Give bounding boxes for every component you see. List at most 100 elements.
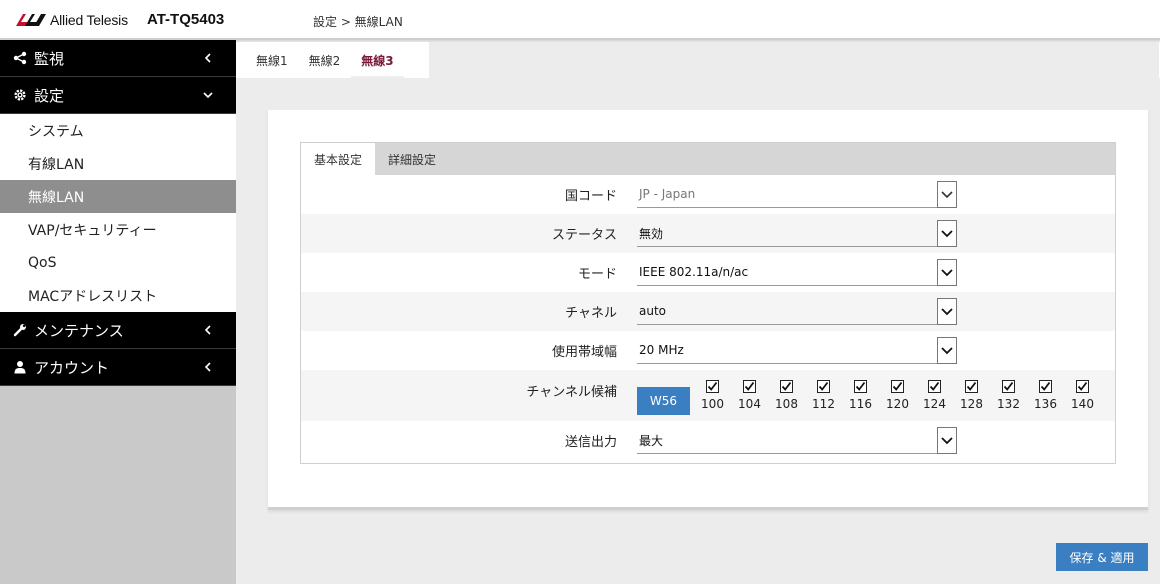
save-apply-button[interactable]: 保存 & 適用: [1056, 543, 1148, 571]
chevron-down-icon: [937, 220, 957, 247]
channel-checkbox[interactable]: [1076, 380, 1089, 393]
tab-bar-fill: [429, 42, 1159, 78]
header: Allied Telesis AT-TQ5403 設定 > 無線LAN: [0, 0, 1160, 40]
channel-checkbox[interactable]: [706, 380, 719, 393]
checkmark-icon: [855, 381, 866, 391]
channel-number: 100: [701, 397, 724, 411]
channel-option: 124: [916, 380, 953, 411]
channel-checkbox[interactable]: [780, 380, 793, 393]
chevron-down-icon: [937, 181, 957, 208]
channel-number: 132: [997, 397, 1020, 411]
chevron-down-icon: [937, 298, 957, 325]
status-value: 無効: [639, 226, 664, 241]
channel-value: auto: [639, 304, 667, 318]
allied-telesis-logo-icon: [16, 14, 46, 26]
channel-number: 108: [775, 397, 798, 411]
sidebar-group-maintenance[interactable]: メンテナンス: [0, 312, 236, 349]
country-code-label: 国コード: [564, 189, 617, 204]
sidebar-item-wired-lan[interactable]: 有線LAN: [0, 147, 236, 180]
sidebar-group-settings[interactable]: 設定: [0, 77, 236, 114]
channel-number: 112: [812, 397, 835, 411]
channel-option: 104: [731, 380, 768, 411]
checkmark-icon: [1003, 381, 1014, 391]
channel-option: 120: [879, 380, 916, 411]
sidebar-item-system[interactable]: システム: [0, 114, 236, 147]
sidebar-group-label: 監視: [34, 49, 65, 68]
tx-power-row: 送信出力 最大: [301, 421, 1115, 460]
tab-radio-3[interactable]: 無線3: [351, 42, 404, 78]
tab-basic-settings[interactable]: 基本設定: [301, 143, 376, 175]
settings-panel: 基本設定 詳細設定 国コード JP - Japan ステータス 無効 モード I…: [268, 110, 1148, 510]
tx-power-label: 送信出力: [564, 435, 617, 450]
checkmark-icon: [818, 381, 829, 391]
mode-select[interactable]: IEEE 802.11a/n/ac: [637, 259, 957, 286]
bandwidth-select[interactable]: 20 MHz: [637, 337, 957, 364]
bandwidth-value: 20 MHz: [639, 343, 684, 357]
status-row: ステータス 無効: [301, 214, 1115, 253]
status-label: ステータス: [551, 228, 617, 243]
channel-checkbox[interactable]: [743, 380, 756, 393]
chevron-left-icon: [202, 324, 214, 336]
channel-number: 136: [1034, 397, 1057, 411]
sidebar-group-label: アカウント: [34, 358, 110, 377]
channel-select[interactable]: auto: [637, 298, 957, 325]
chevron-down-icon: [937, 427, 957, 454]
chevron-down-icon: [937, 337, 957, 364]
sidebar-item-vap-security[interactable]: VAP/セキュリティー: [0, 213, 236, 246]
checkmark-icon: [966, 381, 977, 391]
settings-form: 基本設定 詳細設定 国コード JP - Japan ステータス 無効 モード I…: [300, 142, 1116, 464]
country-code-row: 国コード JP - Japan: [301, 175, 1115, 214]
mode-value: IEEE 802.11a/n/ac: [639, 265, 749, 279]
status-select[interactable]: 無効: [637, 220, 957, 247]
share-icon: [13, 51, 27, 65]
channel-candidates-label: チャンネル候補: [526, 385, 617, 400]
mode-label: モード: [577, 267, 617, 282]
country-code-value: JP - Japan: [639, 187, 696, 201]
bandwidth-label: 使用帯域幅: [551, 345, 617, 360]
radio-tab-bar: 無線1 無線2 無線3: [236, 42, 1160, 78]
channel-number: 128: [960, 397, 983, 411]
sidebar-item-mac-address-list[interactable]: MACアドレスリスト: [0, 279, 236, 312]
w56-button[interactable]: W56: [637, 387, 690, 415]
tx-power-value: 最大: [639, 433, 664, 448]
channel-option: 100: [694, 380, 731, 411]
sidebar-group-account[interactable]: アカウント: [0, 349, 236, 386]
channel-checkbox[interactable]: [928, 380, 941, 393]
channel-number: 116: [849, 397, 872, 411]
channel-number: 120: [886, 397, 909, 411]
channel-checkbox[interactable]: [817, 380, 830, 393]
channel-option: 112: [805, 380, 842, 411]
channel-checkbox[interactable]: [965, 380, 978, 393]
tab-radio-1[interactable]: 無線1: [246, 42, 298, 78]
checkmark-icon: [929, 381, 940, 391]
checkmark-icon: [1077, 381, 1088, 391]
wrench-icon: [13, 323, 27, 337]
user-icon: [13, 360, 27, 374]
brand-logo: Allied Telesis: [16, 11, 128, 29]
channel-number: 104: [738, 397, 761, 411]
tab-advanced-settings[interactable]: 詳細設定: [375, 143, 449, 175]
channel-checkbox[interactable]: [891, 380, 904, 393]
checkmark-icon: [892, 381, 903, 391]
country-code-select[interactable]: JP - Japan: [637, 181, 957, 208]
tx-power-select[interactable]: 最大: [637, 427, 957, 454]
tab-radio-2[interactable]: 無線2: [299, 42, 351, 78]
sidebar-item-wireless-lan[interactable]: 無線LAN: [0, 180, 236, 213]
sidebar-item-qos[interactable]: QoS: [0, 246, 236, 279]
channel-option: 140: [1064, 380, 1101, 411]
device-model: AT-TQ5403: [147, 11, 225, 28]
breadcrumb: 設定 > 無線LAN: [313, 15, 403, 29]
chevron-down-icon: [202, 89, 214, 101]
channel-option: 132: [990, 380, 1027, 411]
channel-option: 128: [953, 380, 990, 411]
mode-row: モード IEEE 802.11a/n/ac: [301, 253, 1115, 292]
channel-checkbox[interactable]: [1039, 380, 1052, 393]
sidebar-group-monitor[interactable]: 監視: [0, 40, 236, 77]
channel-checkbox[interactable]: [1002, 380, 1015, 393]
gear-icon: [13, 88, 27, 102]
checkmark-icon: [744, 381, 755, 391]
sidebar: 監視 設定 システム 有線LAN 無線LAN VAP/セキュリティー QoS M…: [0, 40, 236, 584]
channel-checkbox[interactable]: [854, 380, 867, 393]
channel-label: チャネル: [565, 306, 617, 321]
channel-number: 124: [923, 397, 946, 411]
